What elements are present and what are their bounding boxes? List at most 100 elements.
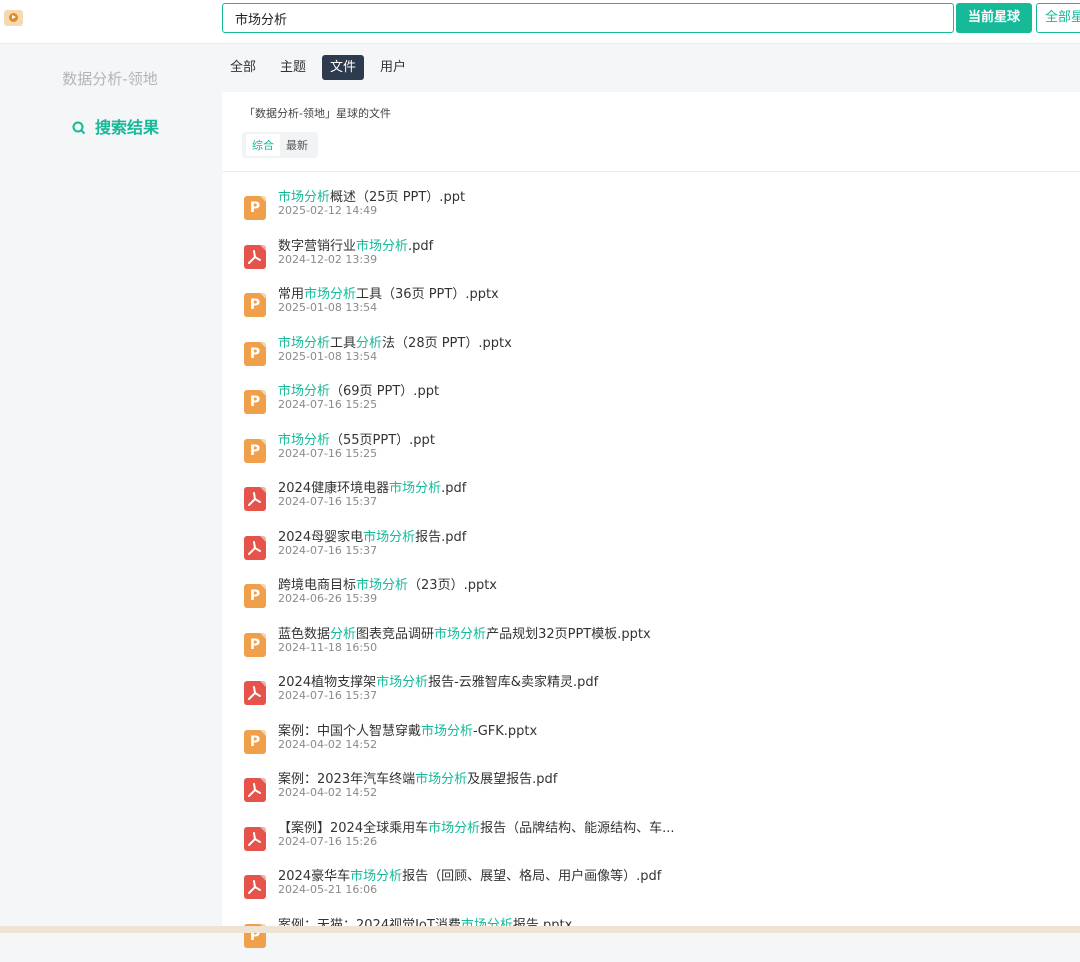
keyword-highlight: 市场分析 bbox=[421, 724, 473, 739]
sort-latest-button[interactable]: 最新 bbox=[280, 134, 314, 156]
pdf-file-icon bbox=[244, 487, 266, 511]
file-name[interactable]: 市场分析（55页PPT）.ppt bbox=[278, 429, 435, 448]
file-name-text: 法（28页 PPT）.pptx bbox=[382, 336, 512, 351]
file-name-text: 产品规划32页PPT模板.pptx bbox=[486, 627, 651, 642]
file-date: 2024-05-21 16:06 bbox=[278, 883, 377, 896]
keyword-highlight: 市场分析 bbox=[278, 190, 330, 205]
file-row[interactable]: P市场分析工具分析法（28页 PPT）.pptx2025-01-08 13:54 bbox=[222, 332, 1080, 381]
file-name-text: 案例：中国个人智慧穿戴 bbox=[278, 724, 421, 739]
bottom-edge bbox=[0, 926, 1080, 933]
file-name-text: 报告（品牌结构、能源结构、车... bbox=[480, 821, 674, 836]
file-row[interactable]: 2024健康环境电器市场分析.pdf2024-07-16 15:37 bbox=[222, 477, 1080, 526]
file-name-text: （69页 PPT）.ppt bbox=[330, 384, 439, 399]
keyword-highlight: 市场分析 bbox=[428, 821, 480, 836]
pdf-file-icon bbox=[244, 681, 266, 705]
file-row[interactable]: 【案例】2024全球乘用车市场分析报告（品牌结构、能源结构、车...2024-0… bbox=[222, 817, 1080, 866]
ppt-file-icon: P bbox=[244, 196, 266, 220]
file-date: 2024-07-16 15:37 bbox=[278, 544, 377, 557]
file-date: 2024-04-02 14:52 bbox=[278, 738, 377, 751]
search-input[interactable] bbox=[223, 4, 935, 32]
file-name-text: 蓝色数据 bbox=[278, 627, 330, 642]
file-name[interactable]: 蓝色数据分析图表竞品调研市场分析产品规划32页PPT模板.pptx bbox=[278, 623, 651, 642]
ppt-file-icon: P bbox=[244, 439, 266, 463]
file-name-text: 及展望报告.pdf bbox=[467, 772, 557, 787]
file-date: 2024-12-02 13:39 bbox=[278, 253, 377, 266]
file-name-text: 报告（回顾、展望、格局、用户画像等）.pdf bbox=[402, 869, 661, 884]
panel-header: 「数据分析-领地」星球的文件 综合 最新 bbox=[222, 92, 1080, 172]
file-name-text: 工具 bbox=[330, 336, 356, 351]
file-row[interactable]: 数字营销行业市场分析.pdf2024-12-02 13:39 bbox=[222, 235, 1080, 284]
file-row[interactable]: 2024植物支撑架市场分析报告-云雅智库&卖家精灵.pdf2024-07-16 … bbox=[222, 671, 1080, 720]
file-name-text: 2024健康环境电器 bbox=[278, 481, 389, 496]
file-name[interactable]: 案例：中国个人智慧穿戴市场分析-GFK.pptx bbox=[278, 720, 537, 739]
file-name[interactable]: 2024健康环境电器市场分析.pdf bbox=[278, 477, 466, 496]
file-name[interactable]: 数字营销行业市场分析.pdf bbox=[278, 235, 433, 254]
file-date: 2025-01-08 13:54 bbox=[278, 301, 377, 314]
file-date: 2024-07-16 15:37 bbox=[278, 495, 377, 508]
keyword-highlight: 市场分析 bbox=[363, 530, 415, 545]
file-row[interactable]: P 常用市场分析工具（36页 PPT）.pptx2025-01-08 13:54 bbox=[222, 283, 1080, 332]
file-row[interactable]: P蓝色数据分析图表竞品调研市场分析产品规划32页PPT模板.pptx2024-1… bbox=[222, 623, 1080, 672]
file-name[interactable]: 跨境电商目标市场分析（23页）.pptx bbox=[278, 574, 497, 593]
expand-sidebar-icon[interactable] bbox=[4, 10, 23, 26]
tab-all[interactable]: 全部 bbox=[222, 55, 264, 80]
file-name[interactable]: 常用市场分析工具（36页 PPT）.pptx bbox=[278, 283, 499, 302]
tab-topics[interactable]: 主题 bbox=[272, 55, 314, 80]
pdf-file-icon bbox=[244, 827, 266, 851]
ppt-file-icon: P bbox=[244, 293, 266, 317]
results-panel: 「数据分析-领地」星球的文件 综合 最新 P市场分析概述（25页 PPT）.pp… bbox=[222, 92, 1080, 933]
file-date: 2024-07-16 15:37 bbox=[278, 689, 377, 702]
file-name[interactable]: 【案例】2024全球乘用车市场分析报告（品牌结构、能源结构、车... bbox=[278, 817, 675, 836]
file-name-text: 数字营销行业 bbox=[278, 239, 356, 254]
file-row[interactable]: P市场分析（55页PPT）.ppt2024-07-16 15:25 bbox=[222, 429, 1080, 478]
file-row[interactable]: P市场分析概述（25页 PPT）.ppt2025-02-12 14:49 bbox=[222, 186, 1080, 235]
file-row[interactable]: P市场分析（69页 PPT）.ppt2024-07-16 15:25 bbox=[222, 380, 1080, 429]
sort-toggle: 综合 最新 bbox=[242, 132, 318, 158]
group-name[interactable]: 数据分析-领地 bbox=[0, 68, 220, 89]
keyword-highlight: 市场分析 bbox=[356, 578, 408, 593]
pdf-file-icon bbox=[244, 778, 266, 802]
file-name[interactable]: 2024植物支撑架市场分析报告-云雅智库&卖家精灵.pdf bbox=[278, 671, 598, 690]
keyword-highlight: 市场分析 bbox=[278, 384, 330, 399]
file-name-text: 工具（36页 PPT）.pptx bbox=[356, 287, 499, 302]
search-icon bbox=[72, 120, 86, 139]
file-name-text: 2024豪华车 bbox=[278, 869, 350, 884]
file-row[interactable]: P跨境电商目标市场分析（23页）.pptx2024-06-26 15:39 bbox=[222, 574, 1080, 623]
file-name[interactable]: 2024豪华车市场分析报告（回顾、展望、格局、用户画像等）.pdf bbox=[278, 865, 661, 884]
file-row[interactable]: 案例：2023年汽车终端市场分析及展望报告.pdf2024-04-02 14:5… bbox=[222, 768, 1080, 817]
search-results-link[interactable]: 搜索结果 bbox=[72, 114, 159, 139]
keyword-highlight: 市场分析 bbox=[389, 481, 441, 496]
file-name-text: 图表竞品调研 bbox=[356, 627, 434, 642]
tab-files[interactable]: 文件 bbox=[322, 55, 364, 80]
file-name-text: .pdf bbox=[408, 239, 433, 254]
file-row[interactable]: P案例：天猫：2024视觉IoT消费市场分析报告.pptx bbox=[222, 914, 1080, 962]
ppt-file-icon: P bbox=[244, 633, 266, 657]
file-date: 2024-07-16 15:25 bbox=[278, 398, 377, 411]
file-name[interactable]: 市场分析概述（25页 PPT）.ppt bbox=[278, 186, 465, 205]
keyword-highlight: 市场分析 bbox=[415, 772, 467, 787]
file-list: P市场分析概述（25页 PPT）.ppt2025-02-12 14:49数字营销… bbox=[222, 186, 1080, 962]
result-tabs: 全部主题文件用户 bbox=[222, 55, 422, 81]
file-name-text: .pdf bbox=[441, 481, 466, 496]
sidebar: 数据分析-领地 搜索结果 bbox=[0, 44, 220, 933]
file-row[interactable]: P案例：中国个人智慧穿戴市场分析-GFK.pptx2024-04-02 14:5… bbox=[222, 720, 1080, 769]
file-name-text: 2024植物支撑架 bbox=[278, 675, 376, 690]
file-name-text: 概述（25页 PPT）.ppt bbox=[330, 190, 465, 205]
file-name-text: 报告.pdf bbox=[415, 530, 466, 545]
search-box[interactable] bbox=[222, 3, 954, 33]
file-name[interactable]: 市场分析（69页 PPT）.ppt bbox=[278, 380, 439, 399]
search-all-planets-button[interactable]: 全部星 bbox=[1036, 3, 1080, 33]
pdf-file-icon bbox=[244, 875, 266, 899]
file-name-text: 报告-云雅智库&卖家精灵.pdf bbox=[428, 675, 598, 690]
file-name[interactable]: 案例：2023年汽车终端市场分析及展望报告.pdf bbox=[278, 768, 557, 787]
file-row[interactable]: 2024豪华车市场分析报告（回顾、展望、格局、用户画像等）.pdf2024-05… bbox=[222, 865, 1080, 914]
search-current-planet-button[interactable]: 当前星球 bbox=[956, 3, 1032, 33]
file-row[interactable]: 2024母婴家电市场分析报告.pdf2024-07-16 15:37 bbox=[222, 526, 1080, 575]
keyword-highlight: 市场分析 bbox=[434, 627, 486, 642]
search-results-label: 搜索结果 bbox=[95, 118, 159, 137]
keyword-highlight: 市场分析 bbox=[376, 675, 428, 690]
sort-comprehensive-button[interactable]: 综合 bbox=[246, 134, 280, 156]
file-name[interactable]: 2024母婴家电市场分析报告.pdf bbox=[278, 526, 466, 545]
file-name[interactable]: 市场分析工具分析法（28页 PPT）.pptx bbox=[278, 332, 512, 351]
tab-users[interactable]: 用户 bbox=[372, 55, 414, 80]
